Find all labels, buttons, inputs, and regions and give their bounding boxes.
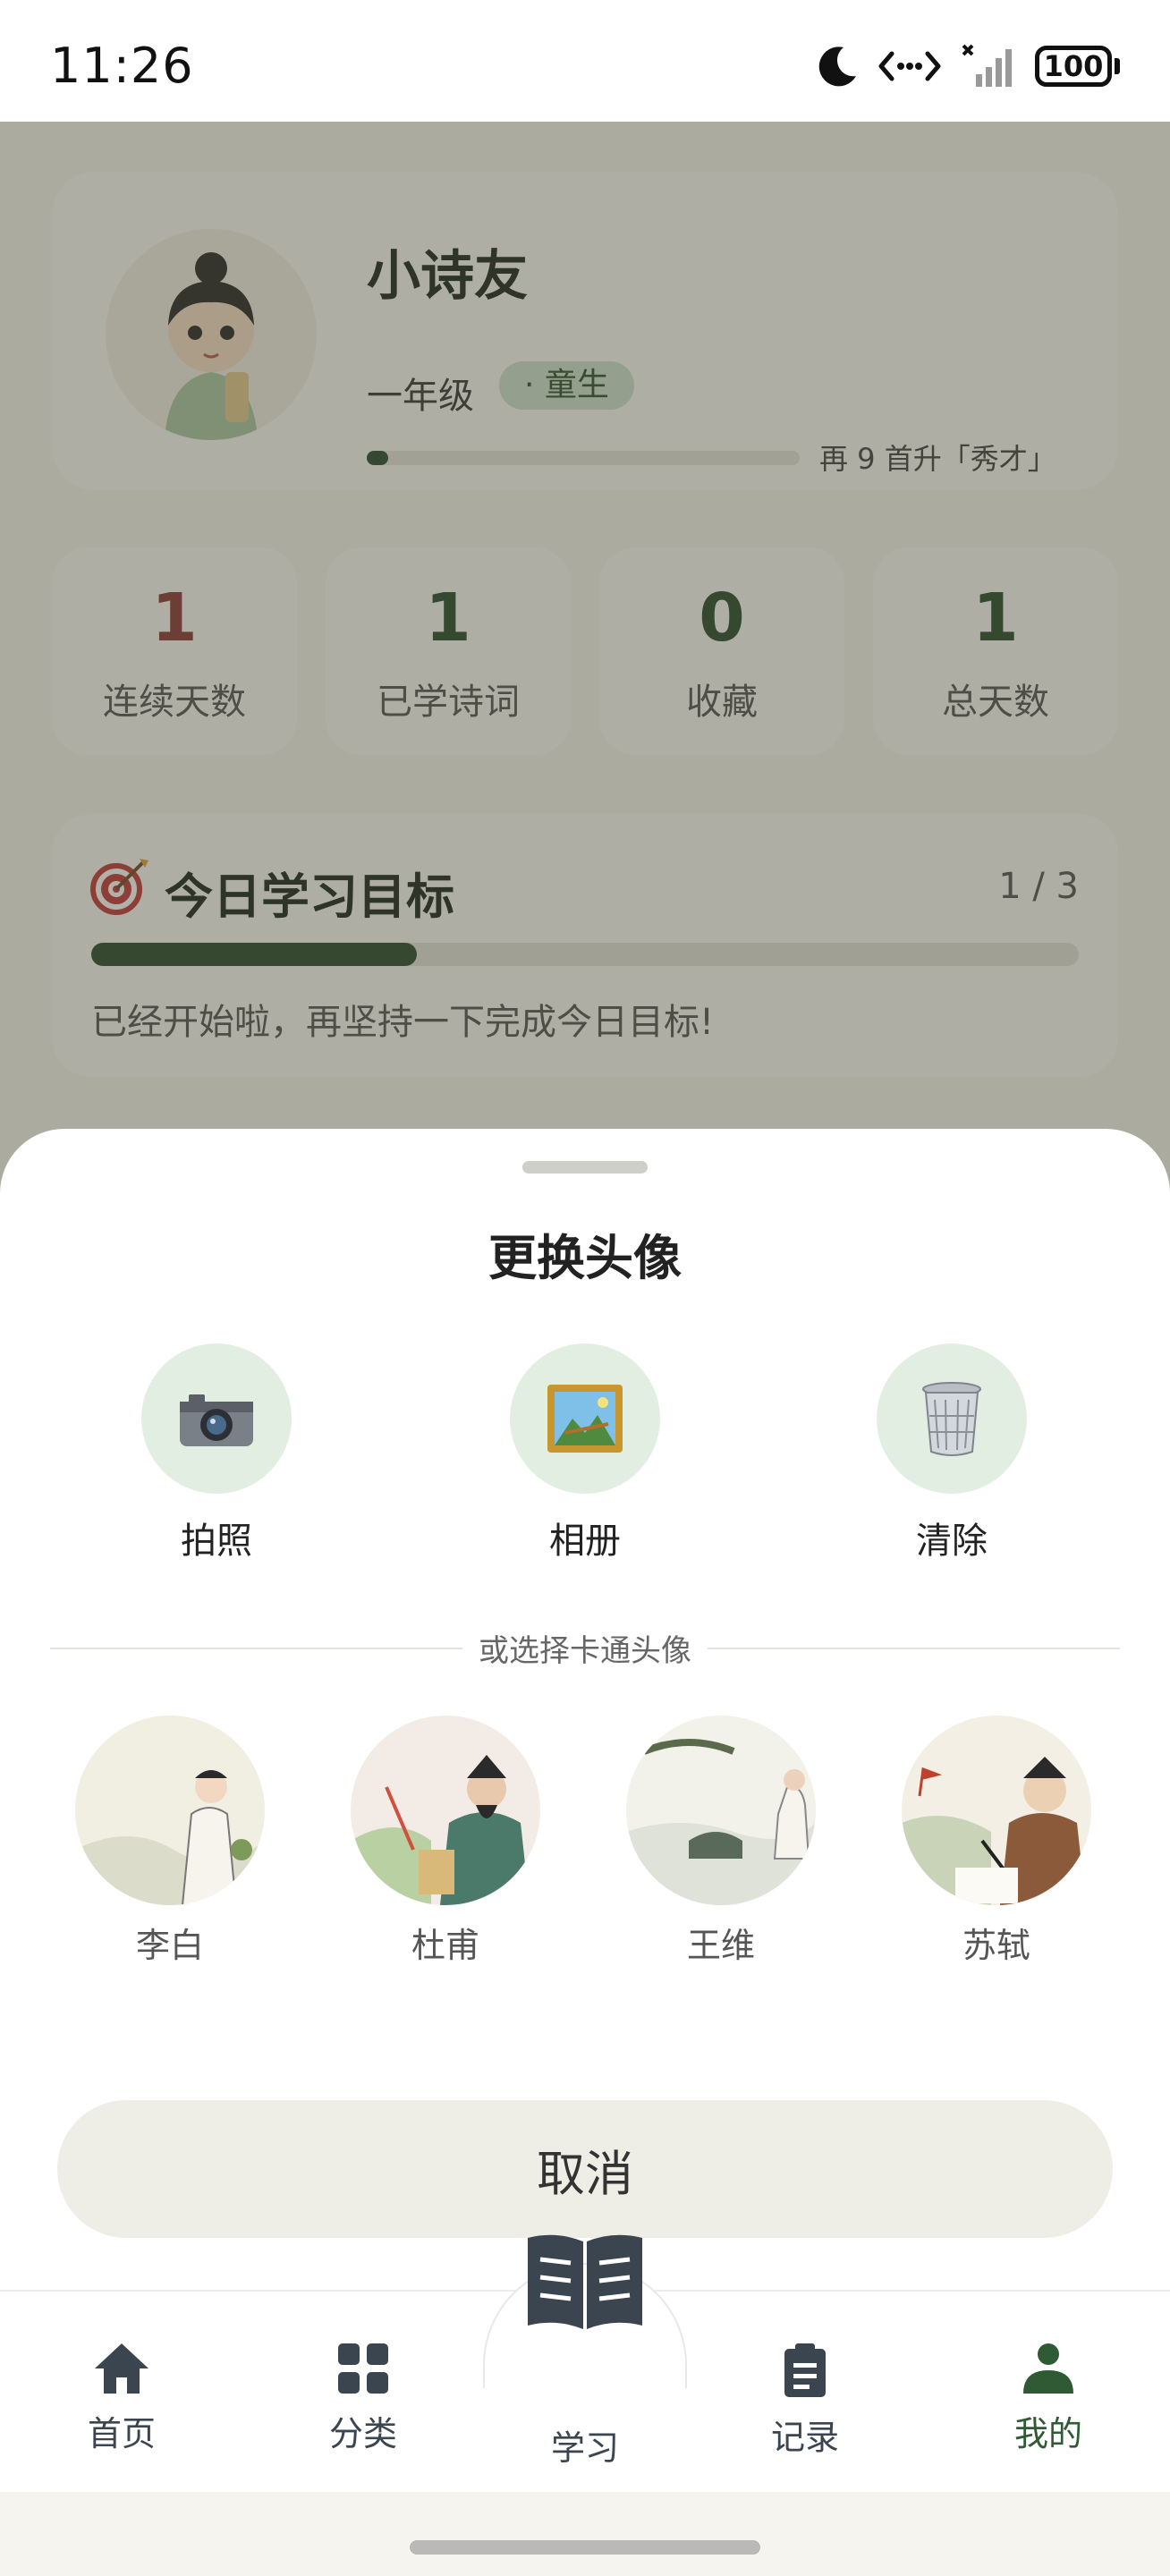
status-time: 11:26 — [50, 38, 194, 94]
tab-learn[interactable] — [483, 2229, 687, 2338]
divider-label: 或选择卡通头像 — [0, 1626, 1170, 1670]
trash-icon — [922, 1382, 981, 1456]
action-icon-circle — [510, 1343, 660, 1494]
action-icon-circle — [141, 1343, 292, 1494]
home-indicator[interactable] — [410, 2540, 760, 2555]
clipboard-icon — [784, 2343, 826, 2397]
avatar-option-wangwei[interactable]: 王维 — [623, 1716, 819, 1967]
modal-backdrop[interactable] — [0, 122, 1170, 1195]
poet-dufu-illustration — [351, 1716, 540, 1905]
battery-indicator: 100 — [1035, 46, 1120, 87]
camera-icon — [180, 1394, 253, 1446]
sheet-grabber[interactable] — [522, 1161, 648, 1174]
action-label: 拍照 — [181, 1521, 252, 1562]
poet-libai-illustration — [75, 1716, 265, 1905]
home-icon — [95, 2343, 148, 2394]
status-bar: 11:26 100 — [0, 0, 1170, 122]
avatar-image — [351, 1716, 540, 1905]
grid-icon — [338, 2343, 388, 2394]
take-photo-button[interactable]: 拍照 — [118, 1343, 315, 1563]
tab-label: 我的 — [1013, 2414, 1082, 2453]
picture-icon — [547, 1385, 623, 1453]
poet-wangwei-illustration — [626, 1716, 816, 1905]
tab-label: 分类 — [328, 2414, 397, 2453]
divider-text: 或选择卡通头像 — [462, 1633, 708, 1669]
change-avatar-sheet: 更换头像 拍照 相册 清除 或选择卡通头像 李白 杜甫 王维 苏轼 取消 — [0, 1129, 1170, 2292]
battery-level: 100 — [1035, 46, 1112, 87]
avatar-image — [902, 1716, 1091, 1905]
poet-sushi-illustration — [902, 1716, 1091, 1905]
status-icons: 100 — [817, 39, 1120, 93]
sheet-title: 更换头像 — [488, 1230, 682, 1286]
tab-home[interactable]: 首页 — [32, 2342, 211, 2455]
user-icon — [1023, 2343, 1073, 2394]
avatar-option-dufu[interactable]: 杜甫 — [347, 1716, 544, 1967]
cancel-button[interactable]: 取消 — [57, 2100, 1113, 2238]
avatar-source-actions: 拍照 相册 清除 — [0, 1343, 1170, 1562]
action-label: 清除 — [916, 1521, 988, 1562]
book-icon — [528, 2234, 642, 2329]
avatar-image — [626, 1716, 816, 1905]
avatar-image — [75, 1716, 265, 1905]
action-icon-circle — [877, 1343, 1027, 1494]
clear-avatar-button[interactable]: 清除 — [853, 1343, 1050, 1563]
cartoon-avatar-list: 李白 杜甫 王维 苏轼 — [0, 1716, 1170, 1975]
battery-tip — [1115, 58, 1120, 74]
tab-records[interactable]: 记录 — [716, 2342, 894, 2459]
tab-learn-label: 学习 — [550, 2428, 619, 2468]
avatar-name: 李白 — [135, 1926, 204, 1965]
tab-label: 记录 — [770, 2418, 839, 2457]
avatar-option-libai[interactable]: 李白 — [72, 1716, 268, 1967]
moon-icon — [818, 47, 856, 87]
tab-label: 首页 — [87, 2414, 156, 2453]
avatar-option-sushi[interactable]: 苏轼 — [898, 1716, 1095, 1967]
data-transfer-icon — [878, 51, 941, 81]
tab-categories[interactable]: 分类 — [274, 2342, 453, 2455]
profile-screen: 11:26 100 小诗友 一年级 · 童生 再 9 首升「秀才」 1 连续天数… — [0, 0, 1170, 2576]
signal-icon — [962, 44, 1012, 87]
avatar-name: 王维 — [686, 1926, 755, 1965]
avatar-name: 苏轼 — [962, 1926, 1030, 1965]
action-label: 相册 — [549, 1521, 621, 1562]
album-button[interactable]: 相册 — [487, 1343, 683, 1563]
avatar-name: 杜甫 — [411, 1926, 479, 1965]
tab-mine[interactable]: 我的 — [959, 2342, 1138, 2455]
